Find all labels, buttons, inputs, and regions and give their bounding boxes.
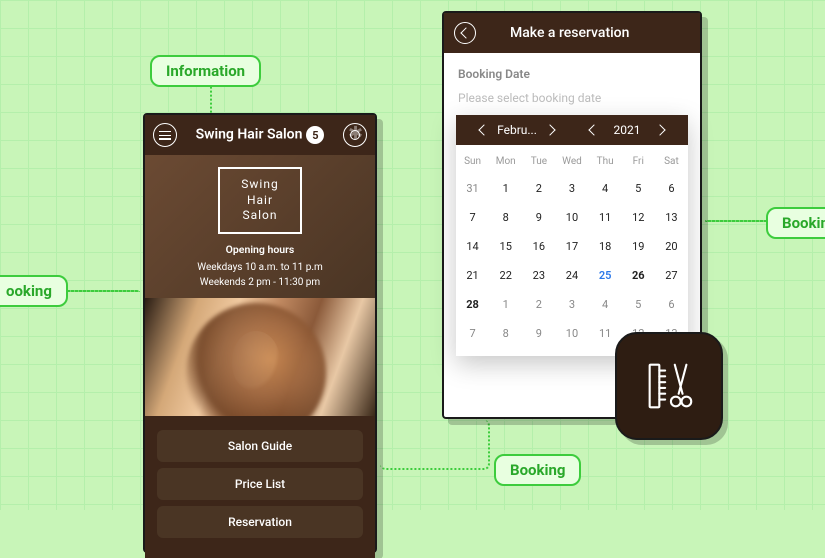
calendar-day[interactable]: 20: [655, 232, 688, 261]
tag-information: Information: [150, 55, 261, 87]
month-nav: Febru...: [462, 123, 572, 137]
calendar-day[interactable]: 22: [489, 261, 522, 290]
calendar-day[interactable]: 3: [555, 290, 588, 319]
gear-icon: [348, 128, 362, 142]
calendar: Febru... 2021 SunMonTueWedThuFriSat31123…: [456, 115, 688, 356]
day-header: Mon: [489, 149, 522, 174]
calendar-day[interactable]: 6: [655, 174, 688, 203]
current-year: 2021: [606, 123, 648, 137]
calendar-day[interactable]: 2: [522, 290, 555, 319]
calendar-day[interactable]: 21: [456, 261, 489, 290]
prev-month-button[interactable]: [478, 124, 489, 135]
day-header: Thu: [589, 149, 622, 174]
calendar-day[interactable]: 31: [456, 174, 489, 203]
current-month: Febru...: [496, 123, 538, 137]
booking-date-placeholder[interactable]: Please select booking date: [458, 91, 686, 105]
tag-booking-left: ooking: [0, 275, 68, 307]
calendar-day[interactable]: 1: [489, 174, 522, 203]
calendar-day[interactable]: 11: [589, 203, 622, 232]
calendar-day[interactable]: 8: [489, 319, 522, 348]
next-month-button[interactable]: [544, 124, 555, 135]
tag-booking-right: Bookin: [766, 207, 825, 239]
calendar-day[interactable]: 2: [522, 174, 555, 203]
price-list-button[interactable]: Price List: [157, 468, 363, 500]
calendar-day[interactable]: 5: [622, 174, 655, 203]
hero-section: Swing Hair Salon Opening hours Weekdays …: [145, 155, 375, 298]
booking-date-label: Booking Date: [458, 67, 686, 81]
calendar-day[interactable]: 15: [489, 232, 522, 261]
salon-logo: Swing Hair Salon: [218, 167, 302, 234]
calendar-day[interactable]: 12: [622, 203, 655, 232]
app-bar: Swing Hair Salon5: [145, 115, 375, 155]
notification-badge: 5: [306, 126, 324, 144]
next-year-button[interactable]: [654, 124, 665, 135]
calendar-day[interactable]: 26: [622, 261, 655, 290]
calendar-day[interactable]: 7: [456, 319, 489, 348]
calendar-day[interactable]: 25: [589, 261, 622, 290]
page-title: Make a reservation: [510, 25, 629, 41]
calendar-grid: SunMonTueWedThuFriSat3112345678910111213…: [456, 145, 688, 356]
calendar-day[interactable]: 9: [522, 203, 555, 232]
reservation-button[interactable]: Reservation: [157, 506, 363, 538]
salon-guide-button[interactable]: Salon Guide: [157, 430, 363, 462]
calendar-day[interactable]: 18: [589, 232, 622, 261]
calendar-day[interactable]: 23: [522, 261, 555, 290]
calendar-header: Febru... 2021: [456, 115, 688, 145]
calendar-day[interactable]: 7: [456, 203, 489, 232]
day-header: Fri: [622, 149, 655, 174]
calendar-day[interactable]: 4: [589, 290, 622, 319]
menu-button[interactable]: [153, 123, 177, 147]
day-header: Sun: [456, 149, 489, 174]
calendar-day[interactable]: 1: [489, 290, 522, 319]
tag-booking-bottom: Booking: [494, 454, 581, 486]
day-header: Sat: [655, 149, 688, 174]
calendar-day[interactable]: 17: [555, 232, 588, 261]
hamburger-icon: [159, 131, 171, 140]
day-header: Tue: [522, 149, 555, 174]
comb-scissors-icon: [640, 357, 698, 415]
calendar-day[interactable]: 16: [522, 232, 555, 261]
calendar-day[interactable]: 10: [555, 319, 588, 348]
calendar-day[interactable]: 4: [589, 174, 622, 203]
calendar-day[interactable]: 19: [622, 232, 655, 261]
calendar-day[interactable]: 28: [456, 290, 489, 319]
calendar-day[interactable]: 9: [522, 319, 555, 348]
prev-year-button[interactable]: [588, 124, 599, 135]
day-header: Wed: [555, 149, 588, 174]
year-nav: 2021: [572, 123, 682, 137]
button-list: Salon Guide Price List Reservation: [145, 416, 375, 558]
calendar-day[interactable]: 8: [489, 203, 522, 232]
calendar-day[interactable]: 6: [655, 290, 688, 319]
calendar-day[interactable]: 5: [622, 290, 655, 319]
app-bar: Make a reservation: [444, 13, 700, 53]
calendar-day[interactable]: 3: [555, 174, 588, 203]
back-button[interactable]: [454, 22, 476, 44]
calendar-day[interactable]: 24: [555, 261, 588, 290]
salon-app-icon[interactable]: [615, 332, 723, 440]
calendar-day[interactable]: 13: [655, 203, 688, 232]
app-title: Swing Hair Salon5: [177, 126, 343, 144]
booking-form: Booking Date Please select booking date …: [444, 53, 700, 370]
calendar-day[interactable]: 14: [456, 232, 489, 261]
settings-button[interactable]: [343, 123, 367, 147]
opening-hours: Opening hours Weekdays 10 a.m. to 11 p.m…: [153, 242, 367, 290]
calendar-day[interactable]: 10: [555, 203, 588, 232]
phone-salon-app: Swing Hair Salon5 Swing Hair Salon Openi…: [143, 113, 377, 553]
calendar-day[interactable]: 27: [655, 261, 688, 290]
hero-photo: [145, 298, 375, 416]
